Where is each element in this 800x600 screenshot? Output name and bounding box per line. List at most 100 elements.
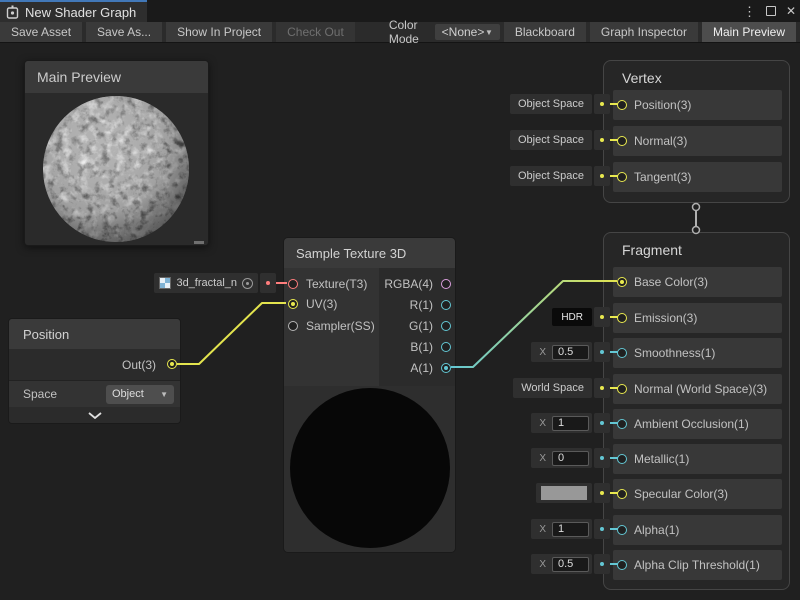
texture-input-row: Texture(T3) <box>288 276 367 292</box>
tangent-space-pill[interactable]: Object Space <box>510 166 610 186</box>
smoothness-input-port[interactable] <box>617 348 627 358</box>
show-in-project-button[interactable]: Show In Project <box>166 22 272 42</box>
position-input-port[interactable] <box>617 100 627 110</box>
ambient-occlusion-slot: Ambient Occlusion(1) <box>613 409 782 439</box>
node-preview <box>284 386 456 553</box>
space-value: Object <box>112 388 144 400</box>
save-asset-button[interactable]: Save Asset <box>0 22 82 42</box>
alpha-clip-input-port[interactable] <box>617 560 627 570</box>
fragment-master-node[interactable]: Fragment Base Color(3) Emission(3) Smoot… <box>603 232 790 590</box>
uv-input-row: UV(3) <box>288 296 337 312</box>
object-picker-icon[interactable] <box>242 278 253 289</box>
alpha-value-field[interactable]: 1 <box>552 522 589 537</box>
ambient-occlusion-input-port[interactable] <box>617 419 627 429</box>
vertex-master-node[interactable]: Vertex Position(3) Normal(3) Tangent(3) <box>603 60 790 203</box>
link-end-icon <box>693 204 700 211</box>
position-out-port[interactable] <box>167 359 177 369</box>
normal-world-space-slot: Normal (World Space)(3) <box>613 374 782 404</box>
slot-label: Out(3) <box>122 358 156 372</box>
main-preview-body[interactable] <box>25 93 208 246</box>
slot-label: R(1) <box>410 298 433 312</box>
position-controls: Space Object ▼ <box>9 381 180 407</box>
emission-input-port[interactable] <box>617 313 627 323</box>
port-connector <box>594 307 610 327</box>
metallic-value-widget[interactable]: X0 <box>531 448 610 468</box>
chevron-down-icon <box>88 412 102 419</box>
close-icon[interactable]: ✕ <box>786 5 796 17</box>
b-output-port[interactable] <box>441 342 451 352</box>
rgba-output-port[interactable] <box>441 279 451 289</box>
space-dropdown[interactable]: Object ▼ <box>106 385 174 404</box>
slot-label: RGBA(4) <box>384 277 433 291</box>
save-as-button[interactable]: Save As... <box>86 22 162 42</box>
normal-input-port[interactable] <box>617 136 627 146</box>
rgba-output-row: RGBA(4) <box>384 276 451 292</box>
kebab-menu-icon[interactable]: ⋮ <box>743 5 756 18</box>
slot-label: Normal (World Space)(3) <box>634 382 767 396</box>
sampler-input-port[interactable] <box>288 321 298 331</box>
color-swatch[interactable] <box>541 486 587 500</box>
sample-texture-3d-node[interactable]: Sample Texture 3D Texture(T3) UV(3) Samp… <box>283 237 456 553</box>
port-connector <box>594 378 610 398</box>
alpha-value-widget[interactable]: X1 <box>531 519 610 539</box>
slot-label: G(1) <box>409 319 433 333</box>
slot-label: Specular Color(3) <box>634 487 728 501</box>
ao-value-field[interactable]: 1 <box>552 416 589 431</box>
check-out-button: Check Out <box>276 22 355 42</box>
position-space-pill[interactable]: Object Space <box>510 94 610 114</box>
g-output-row: G(1) <box>409 318 451 334</box>
pill-label: Object Space <box>510 130 592 150</box>
tangent-input-port[interactable] <box>617 172 627 182</box>
collapse-strip[interactable] <box>9 407 180 424</box>
x-axis-label: X <box>539 524 546 535</box>
texture-input-port[interactable] <box>288 279 298 289</box>
g-output-port[interactable] <box>441 321 451 331</box>
position-node[interactable]: Position Out(3) Space Object ▼ <box>8 318 181 424</box>
specular-color-input-port[interactable] <box>617 489 627 499</box>
tab-title: New Shader Graph <box>25 5 136 20</box>
normal-ws-input-port[interactable] <box>617 384 627 394</box>
toolbar: Save Asset Save As... Show In Project Ch… <box>0 22 800 43</box>
ambient-occlusion-value-widget[interactable]: X1 <box>531 413 610 433</box>
metallic-value-field[interactable]: 0 <box>552 451 589 466</box>
metallic-input-port[interactable] <box>617 454 627 464</box>
alpha-clip-value-field[interactable]: 0.5 <box>552 557 589 572</box>
uv-input-port[interactable] <box>288 299 298 309</box>
slot-label: Ambient Occlusion(1) <box>634 417 749 431</box>
alpha-clip-threshold-slot: Alpha Clip Threshold(1) <box>613 550 782 580</box>
graph-canvas[interactable]: Vertex Position(3) Normal(3) Tangent(3) … <box>0 43 800 600</box>
shader-graph-asset-icon <box>6 5 19 19</box>
port-connector <box>594 448 610 468</box>
metallic-slot: Metallic(1) <box>613 444 782 474</box>
smoothness-value-widget[interactable]: X0.5 <box>531 342 610 362</box>
space-label: Space <box>23 387 57 401</box>
specular-color-widget[interactable] <box>536 483 610 503</box>
maximize-icon[interactable] <box>766 6 776 16</box>
graph-inspector-toggle-button[interactable]: Graph Inspector <box>590 22 698 42</box>
main-preview-header[interactable]: Main Preview <box>25 61 208 93</box>
slot-label: Smoothness(1) <box>634 346 715 360</box>
alpha-clip-value-widget[interactable]: X0.5 <box>531 554 610 574</box>
r-output-port[interactable] <box>441 300 451 310</box>
wire-position-to-uv <box>177 303 286 364</box>
resize-handle[interactable] <box>194 241 204 244</box>
texture-object-field-group[interactable]: 3d_fractal_n <box>154 273 276 293</box>
pill-label: Object Space <box>510 166 592 186</box>
alpha-input-port[interactable] <box>617 525 627 535</box>
normal-space-pill[interactable]: Object Space <box>510 130 610 150</box>
slot-label: Alpha(1) <box>634 523 679 537</box>
position-node-title: Position <box>9 319 180 349</box>
emission-hdr-widget[interactable]: HDR <box>552 307 610 327</box>
tab-new-shader-graph[interactable]: New Shader Graph <box>0 0 147 22</box>
color-mode-label: Color Mode <box>389 22 427 42</box>
color-mode-dropdown[interactable]: <None> ▼ <box>435 24 500 40</box>
base-color-input-port[interactable] <box>617 277 627 287</box>
a-output-port[interactable] <box>441 363 451 373</box>
blackboard-toggle-button[interactable]: Blackboard <box>504 22 586 42</box>
smoothness-value-field[interactable]: 0.5 <box>552 345 589 360</box>
main-preview-toggle-button[interactable]: Main Preview <box>702 22 796 42</box>
normal-space-pill-fragment[interactable]: World Space <box>513 378 610 398</box>
hdr-color-field[interactable]: HDR <box>552 308 592 326</box>
port-connector <box>594 342 610 362</box>
texture-object-field[interactable]: 3d_fractal_n <box>154 273 258 293</box>
